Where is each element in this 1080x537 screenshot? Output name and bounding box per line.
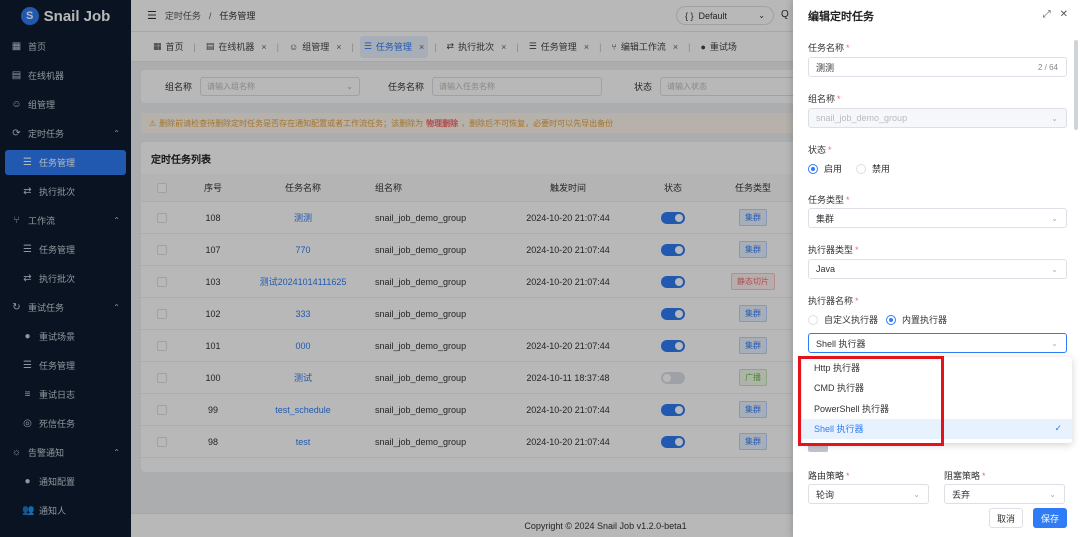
close-icon[interactable]: ✕ [1060, 9, 1068, 20]
cancel-button[interactable]: 取消 [989, 508, 1023, 528]
status-enable-radio[interactable] [808, 163, 818, 174]
task-type-field-label: 任务类型 * [808, 195, 850, 205]
char-count: 2 / 64 [1037, 62, 1058, 72]
block-select[interactable]: 丢弃 ⌄ [944, 484, 1065, 504]
highlight-box [798, 356, 944, 446]
check-icon: ✓ [1054, 423, 1062, 434]
chevron-down-icon: ⌄ [1049, 489, 1056, 499]
route-select[interactable]: 轮询 ⌄ [808, 484, 929, 504]
task-name-field-label: 任务名称 * [808, 43, 850, 53]
task-name-field[interactable]: 测测 2 / 64 [808, 57, 1067, 77]
chevron-down-icon: ⌄ [1051, 113, 1058, 123]
chevron-down-icon: ⌄ [913, 489, 920, 499]
save-button[interactable]: 保存 [1033, 508, 1067, 528]
executor-builtin-radio[interactable] [886, 314, 897, 325]
chevron-down-icon: ⌄ [1051, 264, 1058, 274]
chevron-up-icon: ⌄ [1051, 338, 1058, 348]
expand-icon[interactable]: ⤢ [1043, 9, 1051, 20]
task-type-select[interactable]: 集群 ⌄ [808, 208, 1067, 228]
drawer-header: 编辑定时任务 ⤢ ✕ [793, 0, 1080, 32]
status-field-label: 状态 * [808, 145, 832, 155]
group-field-label: 组名称 * [808, 94, 841, 104]
drawer-scrollbar[interactable] [1074, 40, 1078, 130]
group-field: snail_job_demo_group ⌄ [808, 108, 1067, 128]
executor-name-select[interactable]: Shell 执行器 ⌄ [808, 333, 1067, 353]
status-disable-radio[interactable] [856, 163, 867, 174]
executor-name-field-label: 执行器名称 * [808, 296, 859, 306]
edit-task-drawer: 编辑定时任务 ⤢ ✕ 任务名称 * 测测 2 / 64 组名称 * snail_jo… [793, 0, 1080, 537]
status-radio-group: 启用 禁用 [808, 162, 890, 175]
drawer-title: 编辑定时任务 [808, 11, 874, 23]
block-field-label: 阻塞策略 * [944, 471, 986, 481]
route-field-label: 路由策略 * [808, 471, 850, 481]
chevron-down-icon: ⌄ [1051, 213, 1058, 223]
executor-custom-radio[interactable] [808, 314, 818, 325]
executor-type-field-label: 执行器类型 * [808, 245, 859, 255]
executor-type-select[interactable]: Java ⌄ [808, 259, 1067, 279]
modal-overlay[interactable] [0, 0, 793, 537]
executor-kind-radio-group: 自定义执行器 内置执行器 [808, 313, 947, 326]
